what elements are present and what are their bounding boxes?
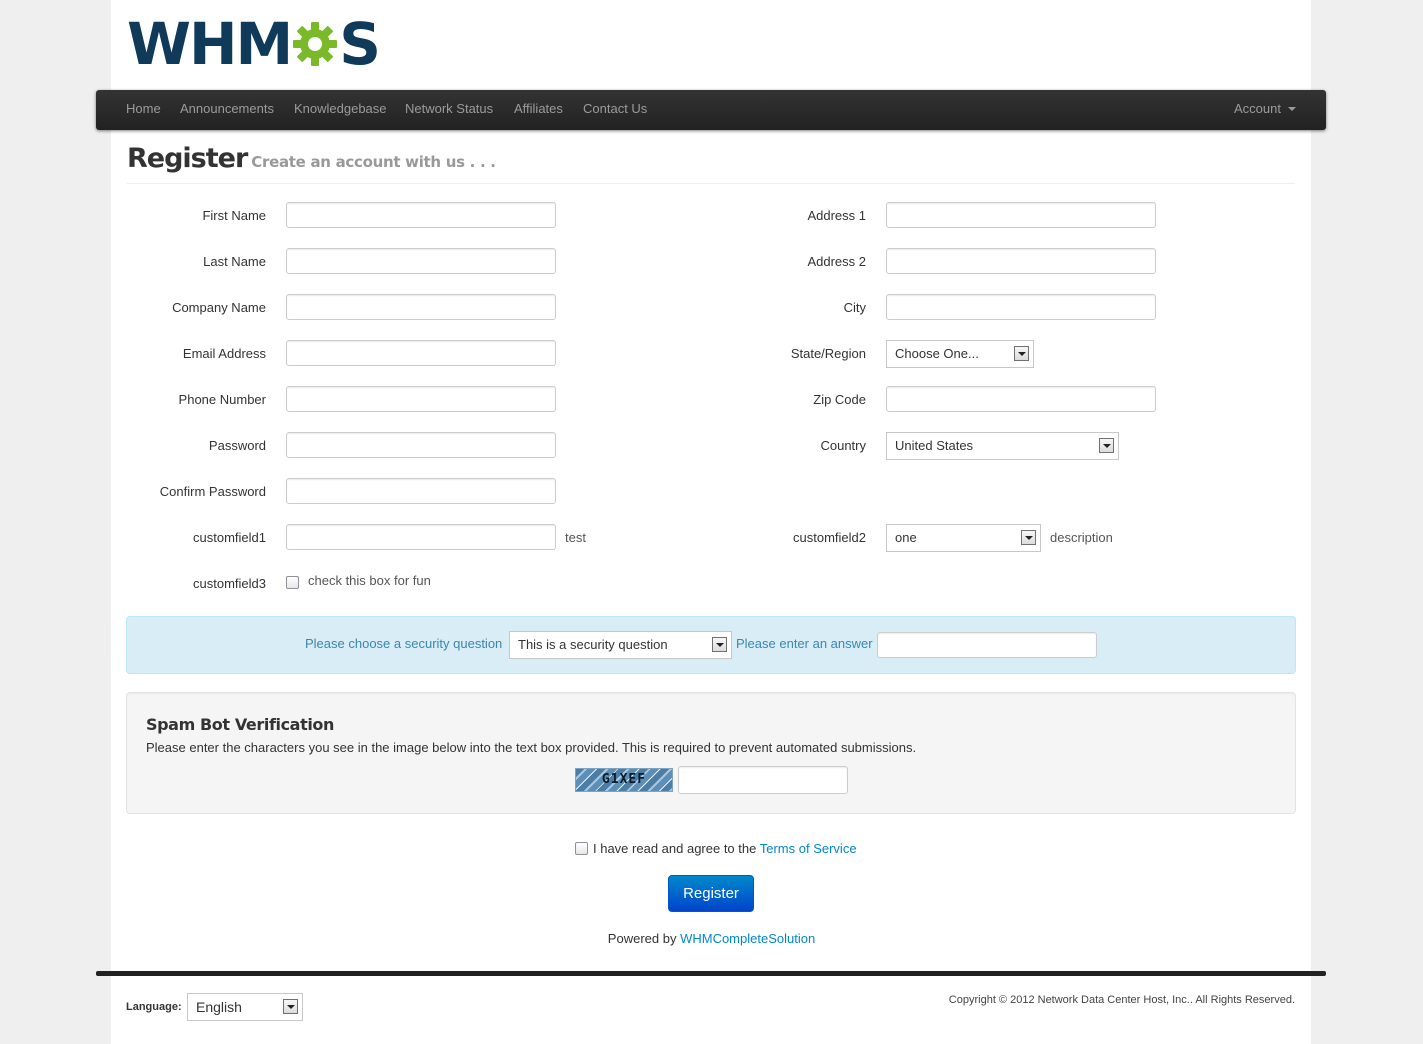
powered-by: Powered by WHMCompleteSolution xyxy=(0,931,1423,946)
gear-icon xyxy=(293,22,338,66)
language-label: Language: xyxy=(126,1001,182,1013)
powered-text: Powered by xyxy=(607,931,677,946)
state-select[interactable]: Choose One... xyxy=(886,340,1034,368)
country-select[interactable]: United States xyxy=(886,432,1119,460)
address1-input[interactable] xyxy=(886,202,1156,228)
register-button[interactable]: Register xyxy=(668,875,754,912)
customfield2-note: description xyxy=(1050,530,1113,545)
password-input[interactable] xyxy=(286,432,556,458)
dropdown-arrow-icon xyxy=(1021,530,1036,545)
zip-label: Zip Code xyxy=(813,392,866,407)
tos-statement: I have read and agree to the Terms of Se… xyxy=(593,840,857,858)
captcha-text: G1XEF xyxy=(601,772,647,787)
dropdown-arrow-icon xyxy=(1099,438,1114,453)
nav-knowledgebase[interactable]: Knowledgebase xyxy=(294,90,387,130)
security-question-box: Please choose a security question This i… xyxy=(126,616,1296,674)
nav-home[interactable]: Home xyxy=(126,90,161,130)
language-select[interactable]: English xyxy=(187,993,303,1021)
spam-verification-box: Spam Bot Verification Please enter the c… xyxy=(126,692,1296,814)
email-input[interactable] xyxy=(286,340,556,366)
email-label: Email Address xyxy=(182,346,266,361)
phone-label: Phone Number xyxy=(178,392,266,407)
address1-label: Address 1 xyxy=(807,208,866,223)
caret-down-icon xyxy=(1287,107,1296,111)
main-navbar: Home Announcements Knowledgebase Network… xyxy=(96,90,1326,130)
security-answer-label: Please enter an answer xyxy=(736,636,873,651)
spam-title: Spam Bot Verification xyxy=(146,715,334,734)
nav-network-status[interactable]: Network Status xyxy=(405,90,493,130)
captcha-image: G1XEF xyxy=(575,768,673,792)
first-name-label: First Name xyxy=(202,208,266,223)
first-name-input[interactable] xyxy=(286,202,556,228)
country-select-value: United States xyxy=(895,438,974,453)
tos-link[interactable]: Terms of Service xyxy=(760,841,857,856)
customfield1-note: test xyxy=(565,530,586,545)
page-subtitle: Create an account with us . . . xyxy=(251,153,496,171)
customfield1-input[interactable] xyxy=(286,524,556,550)
state-label: State/Region xyxy=(790,346,866,361)
language-select-value: English xyxy=(196,999,242,1015)
security-answer-input[interactable] xyxy=(877,632,1097,658)
customfield3-note: check this box for fun xyxy=(308,573,431,588)
footer-divider xyxy=(96,971,1326,976)
tos-checkbox[interactable] xyxy=(575,842,588,855)
nav-account-dropdown[interactable]: Account xyxy=(1234,90,1296,130)
customfield1-label: customfield1 xyxy=(193,530,266,545)
spam-description: Please enter the characters you see in t… xyxy=(146,740,917,755)
security-question-select[interactable]: This is a security question xyxy=(509,631,732,659)
state-select-value: Choose One... xyxy=(895,346,979,361)
zip-input[interactable] xyxy=(886,386,1156,412)
company-name-label: Company Name xyxy=(172,300,266,315)
whmcs-logo[interactable]: WHM S xyxy=(127,12,381,76)
nav-affiliates[interactable]: Affiliates xyxy=(514,90,563,130)
dropdown-arrow-icon xyxy=(1014,346,1029,361)
customfield3-checkbox[interactable] xyxy=(286,576,299,589)
page-title: Register xyxy=(127,143,248,174)
page-header: Register Create an account with us . . . xyxy=(127,143,1295,184)
city-input[interactable] xyxy=(886,294,1156,320)
captcha-input[interactable] xyxy=(678,766,848,794)
confirm-password-input[interactable] xyxy=(286,478,556,504)
customfield2-label: customfield2 xyxy=(793,530,866,545)
customfield3-label: customfield3 xyxy=(193,576,266,591)
security-question-value: This is a security question xyxy=(518,637,668,652)
confirm-password-label: Confirm Password xyxy=(159,484,266,499)
nav-announcements[interactable]: Announcements xyxy=(180,90,274,130)
country-label: Country xyxy=(820,438,866,453)
customfield2-select[interactable]: one xyxy=(886,524,1041,552)
last-name-input[interactable] xyxy=(286,248,556,274)
security-question-label: Please choose a security question xyxy=(305,636,503,651)
address2-label: Address 2 xyxy=(807,254,866,269)
company-name-input[interactable] xyxy=(286,294,556,320)
customfield2-select-value: one xyxy=(895,530,917,545)
city-label: City xyxy=(843,300,866,315)
copyright-text: Copyright © 2012 Network Data Center Hos… xyxy=(948,994,1295,1006)
tos-text: I have read and agree to the xyxy=(593,841,757,856)
last-name-label: Last Name xyxy=(203,254,266,269)
powered-link[interactable]: WHMCompleteSolution xyxy=(680,931,815,946)
dropdown-arrow-icon xyxy=(283,999,298,1014)
nav-contact-us[interactable]: Contact Us xyxy=(583,90,647,130)
dropdown-arrow-icon xyxy=(712,637,727,652)
password-label: Password xyxy=(208,438,266,453)
phone-input[interactable] xyxy=(286,386,556,412)
address2-input[interactable] xyxy=(886,248,1156,274)
account-label: Account xyxy=(1234,101,1281,116)
